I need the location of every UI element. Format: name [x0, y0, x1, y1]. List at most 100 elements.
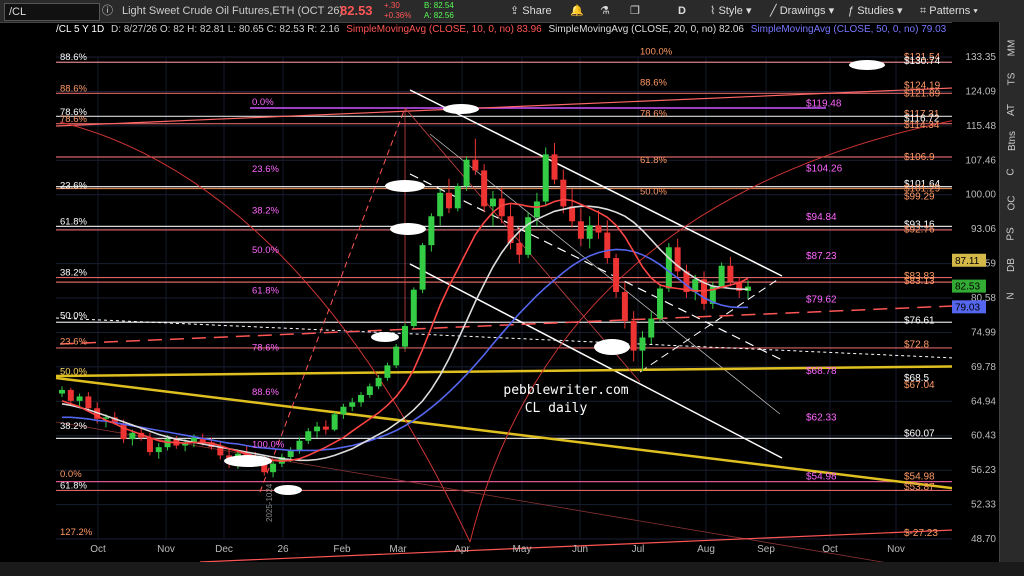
sidebar-tab[interactable]: TS — [1003, 67, 1021, 91]
time-tick-label: Dec — [215, 544, 233, 555]
candle-body[interactable] — [217, 447, 224, 456]
flask-icon[interactable]: ⚗ — [600, 3, 610, 19]
candle-body[interactable] — [560, 179, 567, 207]
sidebar-tab[interactable]: DB — [1003, 253, 1021, 277]
sidebar-tab[interactable]: MM — [1003, 36, 1021, 60]
style-button[interactable]: ⌇ Style ▾ — [710, 3, 751, 19]
period-selector[interactable]: D — [678, 3, 686, 19]
highlight-oval[interactable] — [385, 180, 425, 192]
time-tick-label: Mar — [389, 544, 407, 555]
candle-body[interactable] — [630, 321, 637, 351]
candle-body[interactable] — [366, 386, 373, 395]
fib-label-mid: 23.6% — [252, 164, 279, 175]
fib-label-mid: 0.0% — [252, 97, 274, 108]
candle-body[interactable] — [657, 288, 664, 319]
candle-body[interactable] — [472, 159, 479, 171]
drawings-button[interactable]: ╱ Drawings ▾ — [770, 3, 834, 19]
candle-body[interactable] — [146, 437, 153, 453]
candle-body[interactable] — [648, 318, 655, 338]
candle-body[interactable] — [437, 192, 444, 217]
candle-body[interactable] — [718, 265, 725, 287]
candle-body[interactable] — [384, 365, 391, 378]
candle-body[interactable] — [349, 402, 356, 407]
sidebar-tab[interactable]: Btns — [1003, 129, 1021, 153]
candle-body[interactable] — [375, 377, 382, 387]
sidebar-tab[interactable]: AT — [1003, 98, 1021, 122]
candle-body[interactable] — [340, 406, 347, 415]
candle-body[interactable] — [287, 450, 294, 458]
bottom-red-line[interactable] — [199, 527, 1000, 562]
candle-body[interactable] — [305, 431, 312, 441]
candle-body[interactable] — [67, 389, 74, 401]
red-dashed-diag[interactable] — [259, 107, 406, 493]
candle-body[interactable] — [85, 396, 92, 409]
candle-body[interactable] — [402, 326, 408, 347]
price-tick-label: 69.78 — [971, 362, 996, 373]
patterns-button[interactable]: ⌗ Patterns ▾ — [920, 3, 978, 19]
candle-body[interactable] — [76, 396, 83, 401]
candle-body[interactable] — [155, 447, 162, 453]
candle-body[interactable] — [489, 198, 496, 207]
highlight-oval[interactable] — [390, 223, 426, 235]
candle-body[interactable] — [314, 426, 321, 432]
candle-body[interactable] — [604, 232, 611, 259]
fib-horizontal-lines — [56, 61, 952, 492]
candle-body[interactable] — [331, 414, 338, 430]
candle-body[interactable] — [322, 426, 329, 430]
candle-body[interactable] — [59, 389, 65, 394]
candle-body[interactable] — [481, 170, 488, 207]
red-rising-line[interactable] — [55, 85, 1000, 127]
candle-body[interactable] — [270, 463, 277, 473]
candle-body[interactable] — [613, 258, 620, 293]
info-icon[interactable]: ⓘ — [102, 3, 113, 19]
symbol-description: Light Sweet Crude Oil Futures,ETH (OCT 2… — [122, 5, 344, 17]
price-chart[interactable]: 88.6% 88.6% 78.6% 78.6% 23.6% 61.8% 38.2% 50.0%… — [0, 22, 1000, 562]
candle-body[interactable] — [577, 221, 584, 239]
candle-body[interactable] — [358, 394, 365, 403]
copy-icon[interactable]: ❐ — [630, 3, 640, 19]
fib-label-mid: 88.6% — [252, 387, 279, 398]
yellow-flat-line[interactable] — [55, 364, 1000, 378]
net-change-pct: +0.36% — [384, 11, 412, 20]
candle-body[interactable] — [639, 337, 646, 351]
highlight-oval[interactable] — [594, 339, 630, 355]
price-badge-label: 87.11 — [955, 256, 980, 267]
studies-button[interactable]: ƒ Studies ▾ — [848, 3, 902, 19]
symbol-input[interactable]: /CL — [4, 3, 100, 21]
highlight-oval[interactable] — [274, 485, 302, 495]
candle-body[interactable] — [454, 186, 461, 209]
sidebar-tab[interactable]: OC — [1003, 191, 1021, 215]
candle-body[interactable] — [542, 154, 549, 202]
highlight-oval[interactable] — [849, 60, 885, 70]
candle-body[interactable] — [586, 225, 593, 239]
candle-body[interactable] — [533, 201, 540, 218]
candle-body[interactable] — [665, 247, 672, 289]
sidebar-tab[interactable]: N — [1003, 284, 1021, 308]
candle-body[interactable] — [410, 289, 417, 327]
net-change: +.30 — [384, 1, 400, 10]
candle-body[interactable] — [595, 225, 602, 233]
time-tick-label: Apr — [454, 544, 470, 555]
candle-body[interactable] — [419, 245, 426, 290]
candle-body[interactable] — [428, 216, 435, 246]
candle-body[interactable] — [393, 346, 400, 366]
highlight-oval[interactable] — [224, 455, 272, 467]
sidebar-tab[interactable]: C — [1003, 160, 1021, 184]
share-button[interactable]: ⇪ Share — [510, 3, 552, 19]
candle-body[interactable] — [120, 423, 127, 440]
candle-body[interactable] — [463, 159, 470, 187]
candle-body[interactable] — [296, 440, 303, 451]
price-tick-label: 124.09 — [965, 86, 996, 97]
candle-body[interactable] — [551, 154, 558, 180]
highlight-oval[interactable] — [443, 104, 479, 114]
candle-body[interactable] — [516, 243, 523, 255]
candle-body[interactable] — [129, 432, 136, 440]
candle-body[interactable] — [621, 292, 628, 322]
bell-icon[interactable]: 🔔 — [570, 3, 584, 19]
sidebar-tab[interactable]: PS — [1003, 222, 1021, 246]
share-label: Share — [522, 5, 552, 17]
price-level-label: $121.89 — [904, 88, 941, 99]
highlight-oval[interactable] — [371, 332, 399, 342]
candle-body[interactable] — [727, 265, 734, 282]
candle-body[interactable] — [445, 192, 452, 209]
